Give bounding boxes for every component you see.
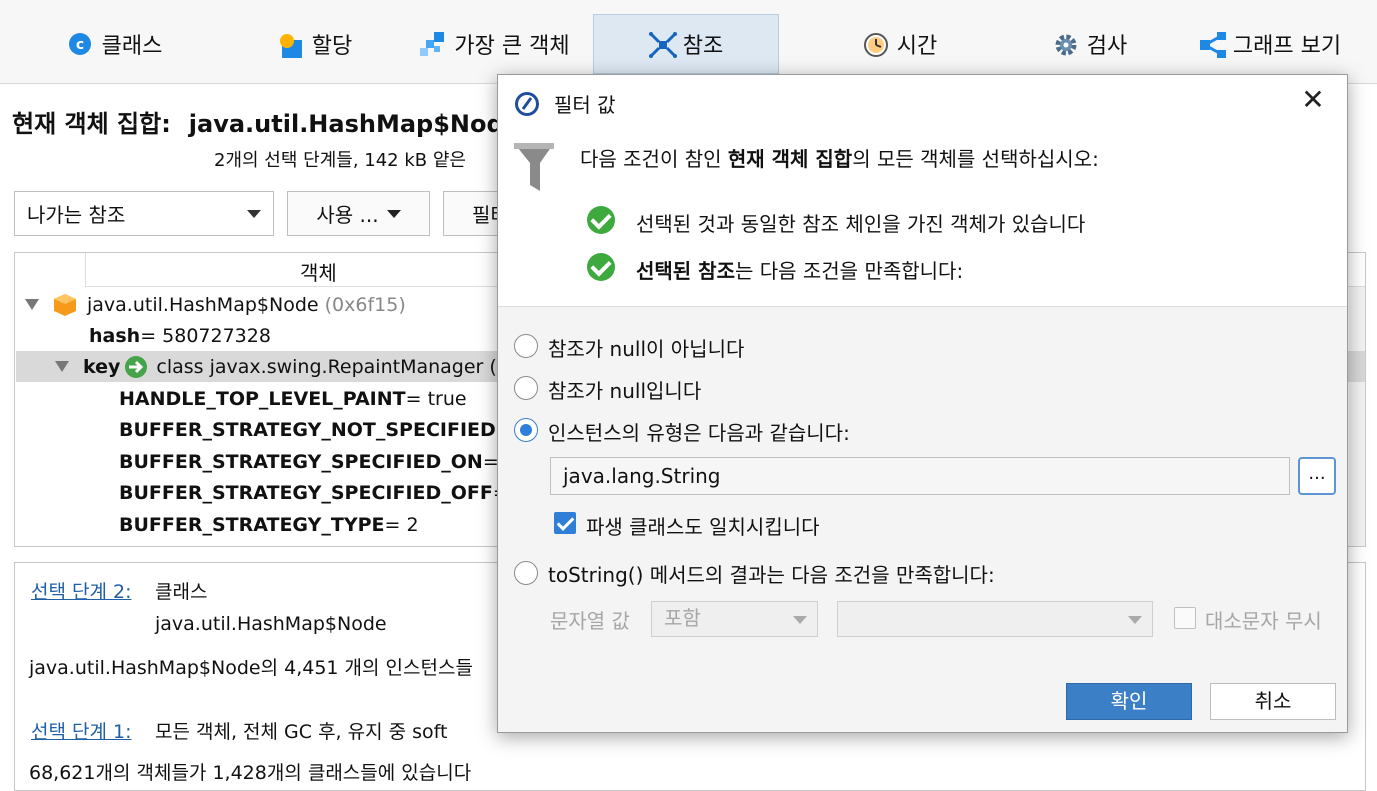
biggest-objects-icon: [420, 32, 445, 56]
class-name-field[interactable]: java.lang.String: [550, 457, 1290, 495]
string-value-combo[interactable]: [837, 601, 1153, 637]
tree-row-field[interactable]: HANDLE_TOP_LEVEL_PAINT = true: [119, 383, 467, 414]
selection-step-2-class: java.util.HashMap$Node: [155, 613, 387, 635]
cancel-button[interactable]: 취소: [1210, 683, 1336, 720]
ignore-case-label[interactable]: 대소문자 무시: [1205, 605, 1322, 634]
match-derived-classes-label[interactable]: 파생 클래스도 일치시킵니다: [586, 511, 820, 540]
tab-biggest-objects[interactable]: 가장 큰 객체: [400, 14, 590, 74]
radio-is-null[interactable]: [514, 376, 538, 400]
tree-row-key[interactable]: key class javax.swing.RepaintManager (0x: [55, 351, 520, 382]
radio-tostring[interactable]: [514, 561, 538, 585]
dialog-intro: 다음 조건이 참인 현재 객체 집합의 모든 객체를 선택하십시오:: [580, 147, 1099, 171]
radio-instance-type[interactable]: [514, 418, 538, 442]
radio-instance-type-label[interactable]: 인스턴스의 유형은 다음과 같습니다:: [548, 417, 850, 446]
profiler-window: c 클래스 할당 가장 큰 객체 참조 시간 검사 그래프 보기 현재 객체 집…: [0, 0, 1377, 791]
radio-not-null-label[interactable]: 참조가 null이 아닙니다: [548, 333, 744, 362]
tree-row-field[interactable]: BUFFER_STRATEGY_NOT_SPECIFIED =: [119, 414, 512, 445]
tree-row-hash[interactable]: hash = 580727328: [89, 320, 271, 351]
condition-satisfied-icon: [587, 253, 615, 281]
ignore-case-checkbox[interactable]: [1174, 607, 1196, 629]
string-value-label: 문자열 값: [550, 609, 630, 633]
dialog-title: 필터 값: [554, 93, 616, 117]
tab-classes[interactable]: c 클래스: [40, 14, 190, 74]
tab-inspections[interactable]: 검사: [1015, 14, 1165, 74]
browse-class-button[interactable]: ...: [1298, 457, 1336, 495]
dropdown-arrow-icon: [386, 209, 401, 218]
selection-step-2-description: java.util.HashMap$Node의 4,451 개의 인스턴스들: [29, 657, 473, 679]
app-logo-icon: [514, 91, 539, 116]
references-icon: [648, 32, 677, 58]
class-icon: c: [68, 32, 92, 56]
condition-satisfied-icon: [587, 206, 615, 234]
selection-summary: 2개의 선택 단계들, 142 kB 얕은: [214, 150, 466, 171]
vertical-scrollbar[interactable]: [1349, 287, 1365, 546]
match-mode-combo[interactable]: 포함: [651, 601, 818, 637]
tree-row-field[interactable]: BUFFER_STRATEGY_SPECIFIED_OFF = 2: [119, 477, 527, 508]
object-instance-icon: [53, 293, 77, 317]
match-derived-classes-checkbox[interactable]: [554, 512, 576, 534]
selection-step-2-kind: 클래스: [155, 581, 208, 603]
tab-time[interactable]: 시간: [825, 14, 975, 74]
selection-step-2-link[interactable]: 선택 단계 2:: [31, 577, 132, 604]
allocation-icon: [278, 32, 302, 58]
tree-row-field[interactable]: BUFFER_STRATEGY_TYPE = 2: [119, 509, 419, 540]
tree-row-field[interactable]: BUFFER_STRATEGY_SPECIFIED_ON = 1: [119, 446, 517, 477]
svg-text:c: c: [75, 37, 83, 53]
ok-button[interactable]: 확인: [1066, 683, 1192, 720]
view-toolbar: c 클래스 할당 가장 큰 객체 참조 시간 검사 그래프 보기: [0, 0, 1377, 84]
filter-value-dialog: 필터 값 ✕ 다음 조건이 참인 현재 객체 집합의 모든 객체를 선택하십시오…: [497, 74, 1348, 733]
condition-selected-reference: 선택된 참조는 다음 조건을 만족합니다:: [636, 259, 964, 283]
time-icon: [863, 32, 888, 57]
expand-triangle-icon[interactable]: [55, 361, 69, 372]
chevron-down-icon: [247, 210, 261, 218]
graph-icon: [1199, 32, 1226, 58]
radio-tostring-label[interactable]: toString() 메서드의 결과는 다음 조건을 만족합니다:: [548, 559, 995, 588]
outgoing-arrow-icon: [124, 355, 148, 379]
expand-triangle-icon[interactable]: [25, 299, 39, 310]
title-label: 현재 객체 집합:: [12, 110, 171, 138]
selection-step-1-link[interactable]: 선택 단계 1:: [31, 717, 132, 744]
chevron-down-icon: [1128, 616, 1142, 624]
filter-funnel-icon: [512, 139, 556, 195]
selection-step-1-kind: 모든 객체, 전체 GC 후, 유지 중 soft: [155, 721, 448, 743]
title-value: java.util.HashMap$Node: [188, 110, 520, 138]
reference-type-combo[interactable]: 나가는 참조: [14, 191, 274, 236]
tab-graph[interactable]: 그래프 보기: [1190, 14, 1350, 74]
chevron-down-icon: [793, 616, 807, 624]
radio-not-null[interactable]: [514, 334, 538, 358]
current-object-set-title: 현재 객체 집합: java.util.HashMap$Node: [12, 104, 520, 139]
tab-references[interactable]: 참조: [593, 14, 779, 74]
tree-row-root[interactable]: java.util.HashMap$Node (0x6f15): [25, 289, 406, 320]
usage-button[interactable]: 사용 ...: [287, 191, 430, 236]
inspection-icon: [1053, 32, 1077, 56]
selection-step-1-description: 68,621개의 객체들가 1,428개의 클래스들에 있습니다: [29, 762, 472, 784]
radio-is-null-label[interactable]: 참조가 null입니다: [548, 375, 701, 404]
tab-allocation[interactable]: 할당: [240, 14, 390, 74]
condition-same-reference-chain: 선택된 것과 동일한 참조 체인을 가진 객체가 있습니다: [636, 212, 1086, 236]
close-icon[interactable]: ✕: [1299, 86, 1327, 115]
